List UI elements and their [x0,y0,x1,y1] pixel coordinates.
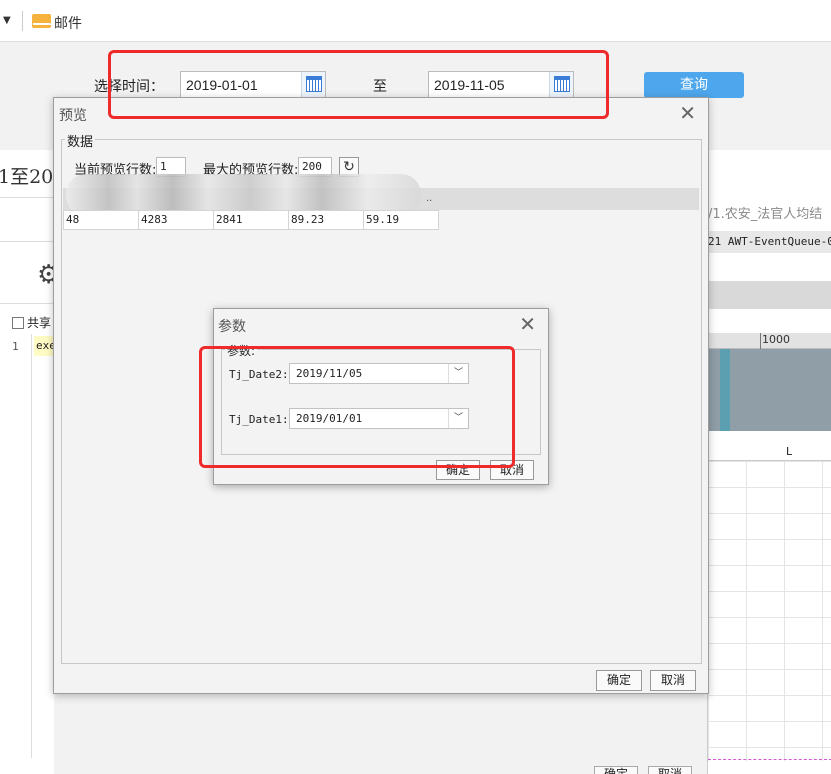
header-overflow: .. [426,193,433,204]
top-bar: ▼ 邮件 [0,0,831,42]
share-checkbox[interactable]: 共享 [12,314,51,331]
line-gutter [4,334,32,758]
cancel-button[interactable]: 取消 [650,670,696,691]
ruler-tick [760,333,761,349]
code-line[interactable]: exe [34,336,54,356]
file-path-text: /1.农安_法官人均结 [708,207,823,222]
design-canvas[interactable] [708,349,831,431]
close-icon[interactable]: ✕ [679,101,696,125]
column-label: L [786,445,793,458]
table-cell: 48 [64,211,139,229]
query-button[interactable]: 查询 [644,72,744,98]
selected-column[interactable] [720,349,730,431]
share-label: 共享 [27,316,52,330]
thread-text: 21 AWT-EventQueue-0 [708,231,831,253]
highlight-box [199,346,515,468]
mail-link[interactable]: 邮件 [54,13,82,33]
line-number: 1 [12,340,19,353]
dropdown-caret-icon[interactable]: ▼ [3,15,11,26]
cancel-button[interactable]: 取消 [648,766,692,774]
editor-toolbar-strip [0,226,54,242]
divider [22,11,23,31]
table-cell: 2841 [214,211,289,229]
ok-button[interactable]: 确定 [596,670,642,691]
checkbox-box[interactable] [12,317,24,329]
table-cell: 4283 [139,211,214,229]
dialog-title: 预览 [59,108,87,124]
highlight-box [108,50,609,119]
designer-window: /1.农安_法官人均结 21 AWT-EventQueue-0 1000 L [707,193,831,774]
mail-icon[interactable] [32,14,52,28]
dialog-title: 参数 [218,319,246,335]
table-cell: 59.19 [366,213,400,226]
table-cell: 89.23 [289,211,364,229]
toolbar-band [708,281,831,309]
sql-editor-panel: ⚙ 共享 1 exe [0,198,60,774]
page-boundary [708,759,831,760]
table-row: 48 4283 2841 89.23 59.19 [63,210,439,230]
cell-grid[interactable] [708,461,831,761]
ruler-label: 1000 [762,333,790,346]
panel-legend: 数据 [65,131,96,150]
ok-button[interactable]: 确定 [594,766,638,774]
ruler: 1000 [708,333,831,349]
column-header: L [708,443,831,461]
close-icon[interactable]: ✕ [519,312,536,336]
